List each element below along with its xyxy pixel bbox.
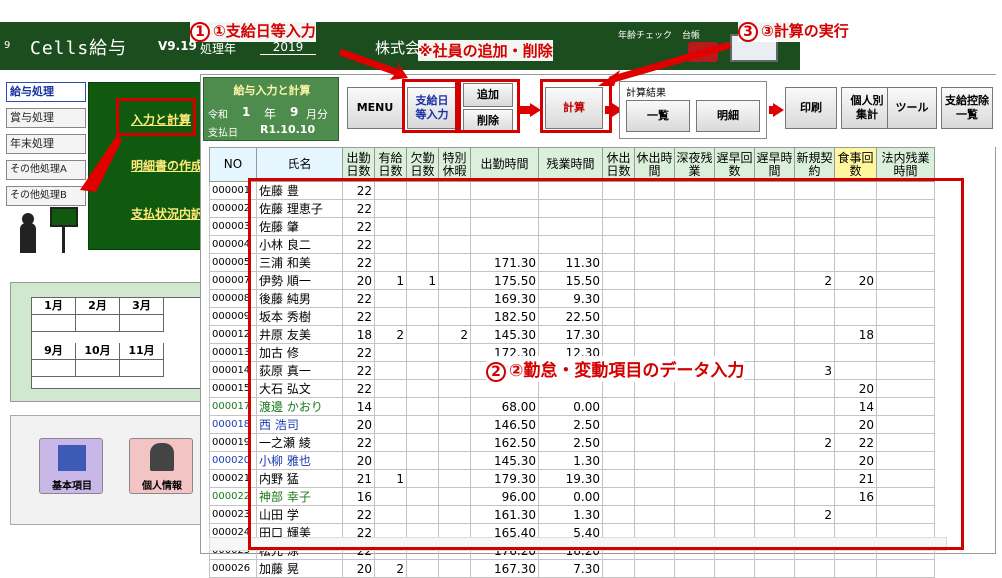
annotation-step1-sub: ※社員の追加・削除 bbox=[418, 40, 553, 61]
annotation-arrows bbox=[80, 41, 731, 192]
annotation-step3: 3 ③計算の実行 bbox=[738, 20, 849, 42]
annotation-step1: 1 ①支給日等入力 bbox=[190, 20, 316, 42]
annotation-step2: 2 ②勤怠・変動項目のデータ入力 bbox=[486, 356, 745, 382]
